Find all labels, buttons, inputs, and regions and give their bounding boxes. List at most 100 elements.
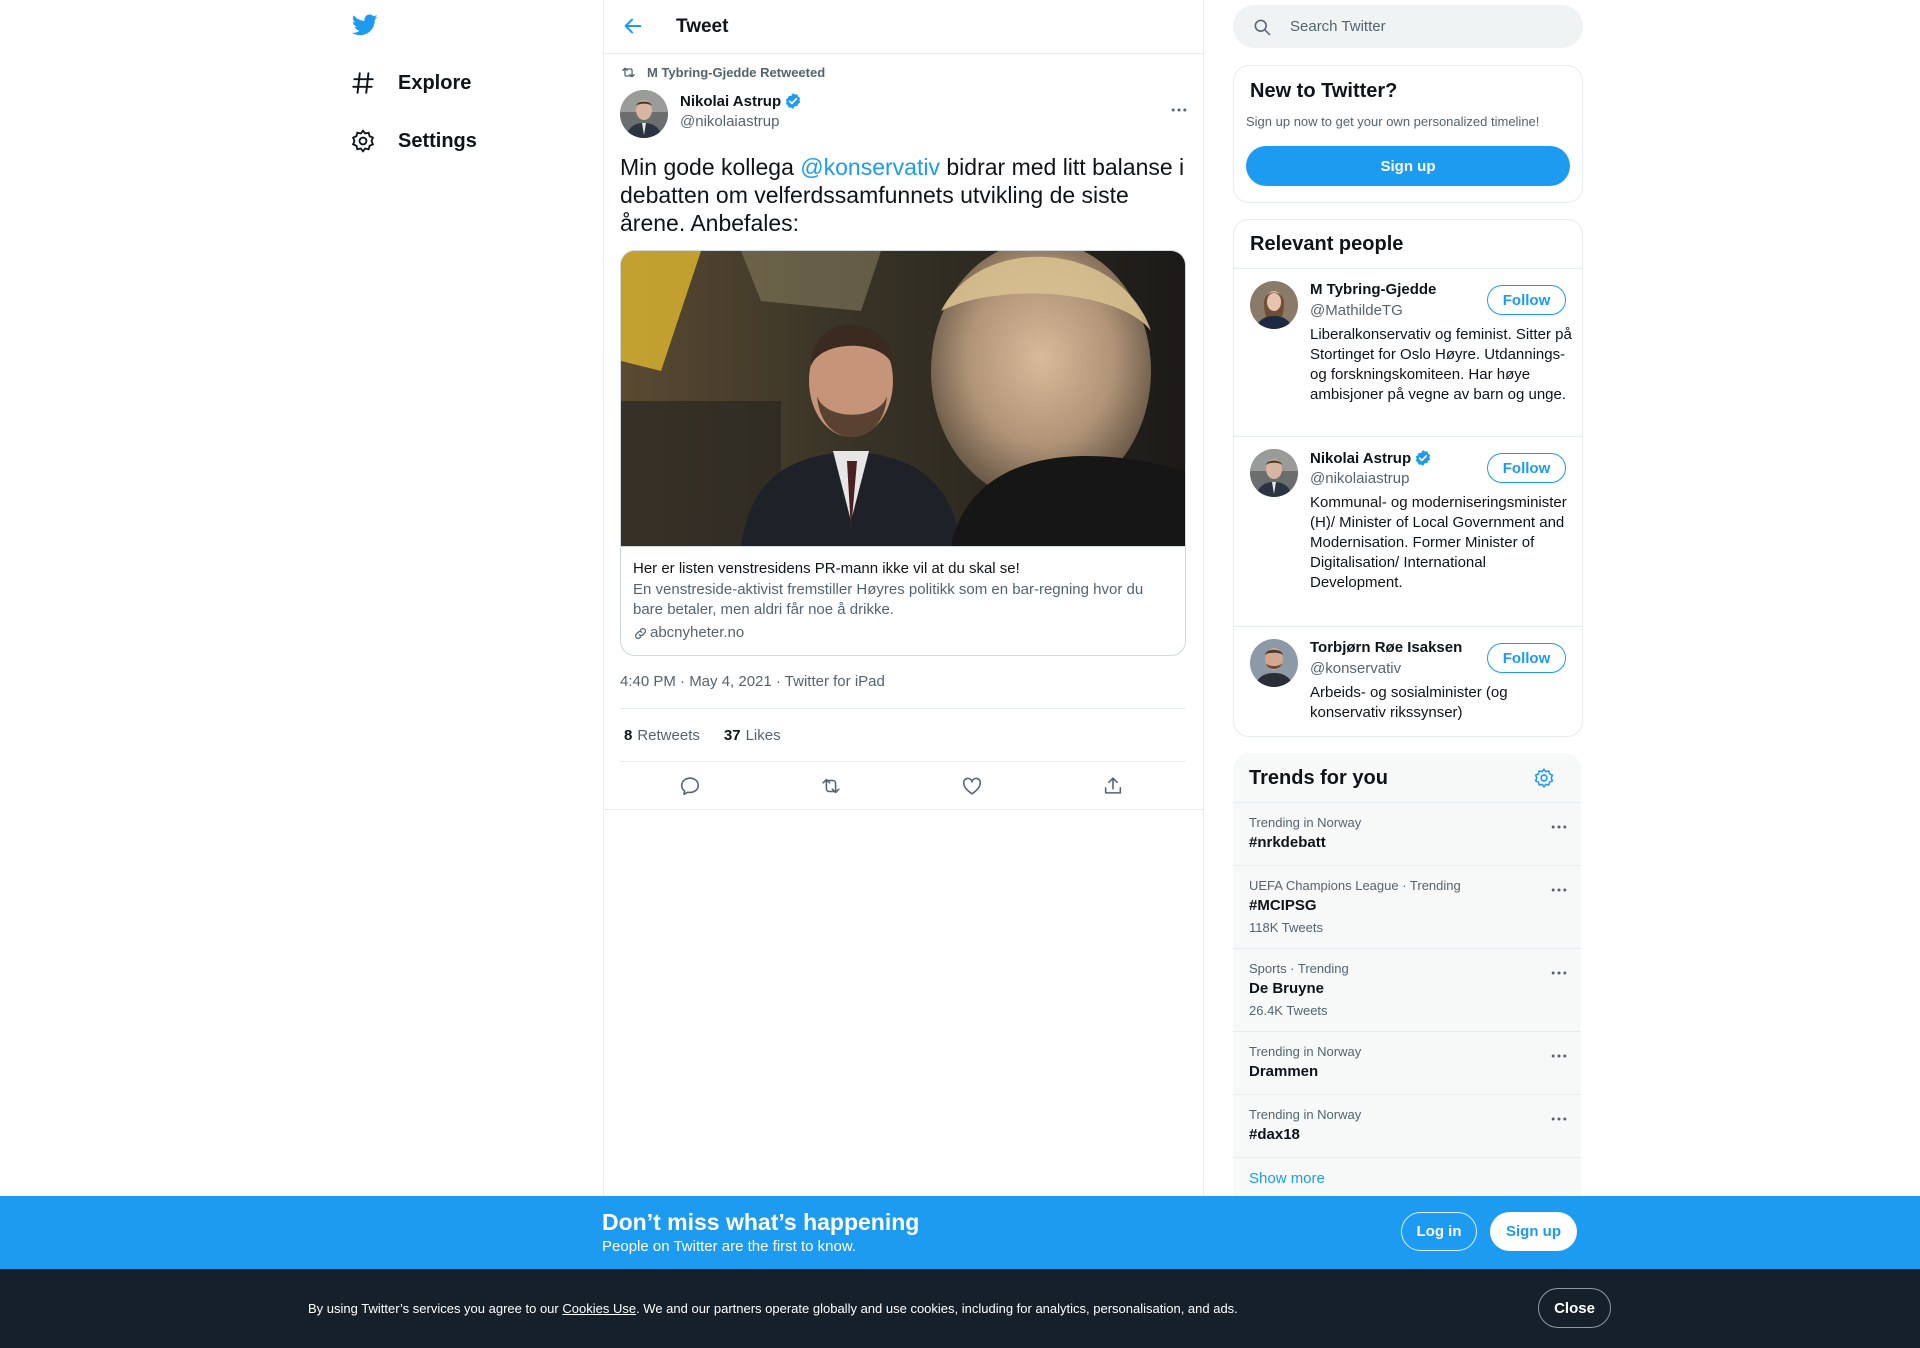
retweet-action-icon[interactable] <box>820 775 842 797</box>
trend-more-icon[interactable] <box>1549 1046 1569 1066</box>
person-avatar[interactable] <box>1250 639 1298 687</box>
author-name-text: Nikolai Astrup <box>680 92 782 110</box>
follow-button[interactable]: Follow <box>1487 285 1566 315</box>
author-handle[interactable]: @nikolaiastrup <box>680 113 779 130</box>
person-name[interactable]: Torbjørn Røe Isaksen <box>1310 639 1462 656</box>
likes-label[interactable]: Likes <box>746 727 781 744</box>
trend-item[interactable]: Trending in Norway Drammen <box>1233 1031 1581 1094</box>
link-card[interactable]: Her er listen venstresidens PR-mann ikke… <box>620 250 1186 656</box>
trend-more-icon[interactable] <box>1549 817 1569 837</box>
divider <box>604 809 1203 810</box>
retweet-context[interactable]: M Tybring-Gjedde Retweeted <box>620 64 825 81</box>
trend-more-icon[interactable] <box>1549 1109 1569 1129</box>
person-avatar[interactable] <box>1250 281 1298 329</box>
card-domain: abcnyheter.no <box>633 623 1173 643</box>
person-bio: Arbeids- og sosialminister (og konservat… <box>1310 684 1508 721</box>
more-options-icon[interactable] <box>1169 100 1189 120</box>
card-image <box>621 251 1185 547</box>
new-to-twitter-box: New to Twitter? Sign up now to get your … <box>1233 65 1583 203</box>
follow-button[interactable]: Follow <box>1487 453 1566 483</box>
card-title: Her er listen venstresidens PR-mann ikke… <box>633 560 1020 577</box>
card-domain-text: abcnyheter.no <box>650 624 745 641</box>
show-more-link[interactable]: Show more <box>1249 1170 1325 1187</box>
retweeted-by-text: M Tybring-Gjedde Retweeted <box>647 65 826 80</box>
trend-item[interactable]: Trending in Norway #nrkdebatt <box>1233 802 1581 865</box>
trend-item[interactable]: Trending in Norway #dax18 <box>1233 1094 1581 1157</box>
nav-settings[interactable]: Settings <box>350 121 477 161</box>
trend-count: 26.4K Tweets <box>1249 1003 1328 1018</box>
person-avatar[interactable] <box>1250 449 1298 497</box>
cookie-text: By using Twitter’s services you agree to… <box>308 1301 1238 1316</box>
relevant-people-title: Relevant people <box>1250 233 1404 255</box>
page-header: Tweet <box>604 0 1203 54</box>
person-name-text: Nikolai Astrup <box>1310 449 1412 467</box>
trend-context: Sports · Trending <box>1249 961 1349 976</box>
reply-icon[interactable] <box>679 775 701 797</box>
trend-more-icon[interactable] <box>1549 963 1569 983</box>
tweet-text-part: Min gode kollega <box>620 154 801 180</box>
retweets-label[interactable]: Retweets <box>637 727 700 744</box>
trend-context: UEFA Champions League · Trending <box>1249 878 1461 893</box>
trend-name: #dax18 <box>1249 1126 1300 1143</box>
hashtag-icon <box>350 70 376 96</box>
likes-count[interactable]: 37 <box>724 727 741 744</box>
tweet-text: Min gode kollega @konservativ bidrar med… <box>620 153 1186 237</box>
nav-explore-label: Explore <box>398 71 472 94</box>
login-button[interactable]: Log in <box>1401 1212 1477 1251</box>
person-handle[interactable]: @konservativ <box>1310 660 1401 677</box>
retweets-count[interactable]: 8 <box>624 727 632 744</box>
person-bio: Kommunal- og moderniseringsminister (H)/… <box>1310 494 1567 591</box>
share-icon[interactable] <box>1102 775 1124 797</box>
banner-signup-button[interactable]: Sign up <box>1490 1212 1577 1251</box>
banner-subtitle: People on Twitter are the first to know. <box>602 1238 857 1255</box>
relevant-people-box: Relevant people M Tybring-Gjedde @Mathil… <box>1233 219 1583 737</box>
person-card[interactable]: Torbjørn Røe Isaksen @konservativ Follow… <box>1234 626 1582 736</box>
trend-more-icon[interactable] <box>1549 880 1569 900</box>
person-handle[interactable]: @MathildeTG <box>1310 302 1403 319</box>
verified-badge-icon <box>784 92 802 110</box>
search-box[interactable] <box>1233 5 1583 48</box>
person-card[interactable]: M Tybring-Gjedde @MathildeTG Follow Libe… <box>1234 268 1582 437</box>
person-card[interactable]: Nikolai Astrup @nikolaiastrup Follow Kom… <box>1234 436 1582 627</box>
retweet-icon <box>620 64 647 81</box>
sidebar-signup-button[interactable]: Sign up <box>1246 146 1570 186</box>
like-heart-icon[interactable] <box>961 775 983 797</box>
trends-box: Trends for you Trending in Norway #nrkde… <box>1233 753 1581 1196</box>
person-name[interactable]: Nikolai Astrup <box>1310 449 1432 467</box>
trend-item[interactable]: Sports · Trending De Bruyne 26.4K Tweets <box>1233 948 1581 1031</box>
verified-badge-icon <box>1414 449 1432 467</box>
new-to-twitter-title: New to Twitter? <box>1250 80 1398 102</box>
cookie-text-part: . We and our partners operate globally a… <box>636 1301 1238 1316</box>
page-title: Tweet <box>676 16 729 37</box>
new-to-twitter-subtitle: Sign up now to get your own personalized… <box>1246 114 1540 129</box>
trend-name: #nrkdebatt <box>1249 834 1326 851</box>
trend-name: Drammen <box>1249 1063 1319 1080</box>
trend-item[interactable]: UEFA Champions League · Trending #MCIPSG… <box>1233 865 1581 948</box>
author-name[interactable]: Nikolai Astrup <box>680 92 802 110</box>
nav-settings-label: Settings <box>398 129 477 152</box>
trend-count: 118K Tweets <box>1249 920 1323 935</box>
twitter-logo-icon[interactable] <box>350 12 382 40</box>
person-handle[interactable]: @nikolaiastrup <box>1310 470 1409 487</box>
search-input[interactable] <box>1288 17 1552 36</box>
back-arrow-icon[interactable] <box>622 15 646 39</box>
person-bio: Liberalkonservativ og feminist. Sitter p… <box>1310 326 1572 403</box>
nav-explore[interactable]: Explore <box>350 63 471 103</box>
trend-name: De Bruyne <box>1249 980 1325 997</box>
tweet-stats: 8 Retweets 37 Likes <box>620 708 1186 762</box>
mention-link[interactable]: @konservativ <box>800 154 940 180</box>
search-icon <box>1233 17 1272 37</box>
cookie-close-button[interactable]: Close <box>1538 1288 1611 1328</box>
show-more-row[interactable]: Show more <box>1233 1157 1581 1196</box>
trend-context: Trending in Norway <box>1249 1044 1362 1059</box>
tweet-actions <box>620 761 1186 810</box>
person-name[interactable]: M Tybring-Gjedde <box>1310 281 1436 298</box>
author-avatar[interactable] <box>620 90 668 138</box>
signup-banner: Don’t miss what’s happening People on Tw… <box>0 1196 1920 1269</box>
trends-settings-gear-icon[interactable] <box>1533 767 1555 789</box>
trend-name: #MCIPSG <box>1249 897 1317 914</box>
tweet-timestamp[interactable]: 4:40 PM · May 4, 2021 · Twitter for iPad <box>620 673 885 690</box>
cookie-bar: By using Twitter’s services you agree to… <box>0 1269 1920 1348</box>
cookies-use-link[interactable]: Cookies Use <box>562 1301 636 1316</box>
follow-button[interactable]: Follow <box>1487 643 1566 673</box>
